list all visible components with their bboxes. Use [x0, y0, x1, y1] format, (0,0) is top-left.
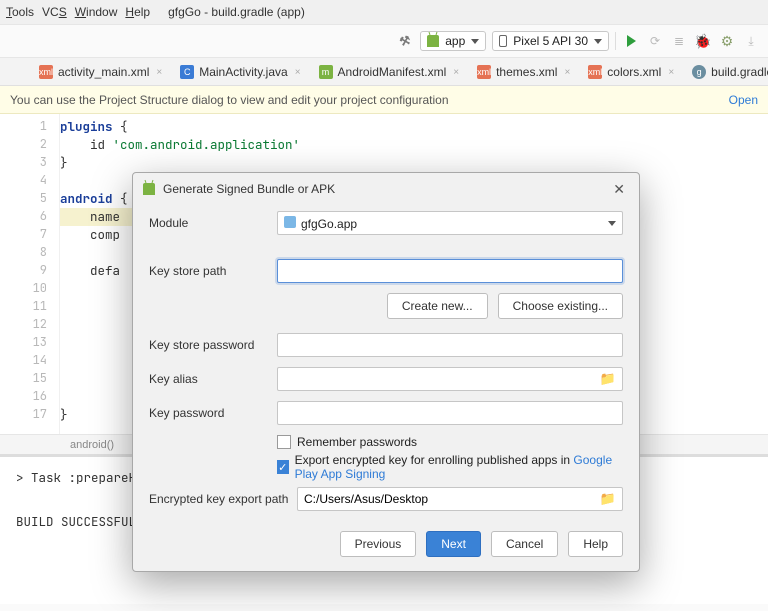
device-selector[interactable]: Pixel 5 API 30 [492, 31, 609, 51]
create-new-button[interactable]: Create new... [387, 293, 488, 319]
editor-tabs: xmlactivity_main.xml× CMainActivity.java… [0, 58, 768, 86]
folder-icon[interactable]: 📁 [600, 491, 616, 507]
chevron-down-icon [594, 39, 602, 44]
close-icon[interactable]: × [453, 67, 459, 78]
tab-build-gradle-root[interactable]: gbuild.gradle (:gfgGo)× [683, 59, 768, 85]
keystore-path-input[interactable] [277, 259, 623, 283]
android-icon [427, 35, 439, 47]
gear-icon[interactable]: ⚙ [718, 32, 736, 50]
cancel-button[interactable]: Cancel [491, 531, 558, 557]
export-key-checkbox[interactable]: ✓ [277, 460, 289, 474]
menu-help[interactable]: HelpHelp [125, 5, 150, 19]
next-button[interactable]: Next [426, 531, 481, 557]
phone-icon [499, 35, 507, 47]
remember-passwords-checkbox[interactable] [277, 435, 291, 449]
menu-bar: TToolsools VCSVCS WindowWindow HelpHelp … [0, 0, 768, 24]
tab-activity-main[interactable]: xmlactivity_main.xml× [30, 59, 171, 85]
tab-colors[interactable]: xmlcolors.xml× [579, 59, 683, 85]
toolbar: ⚒ app Pixel 5 API 30 ⟳ ≣ 🐞 ⚙ ⤓ [0, 24, 768, 58]
close-icon[interactable]: × [295, 67, 301, 78]
keystore-password-input[interactable] [277, 333, 623, 357]
apply-changes-icon[interactable]: ⟳ [646, 32, 664, 50]
key-password-input[interactable] [277, 401, 623, 425]
generate-signed-dialog: Generate Signed Bundle or APK ✕ Module g… [132, 172, 640, 572]
export-path-input[interactable]: 📁 [297, 487, 623, 511]
bug-icon[interactable]: 🐞 [694, 32, 712, 50]
build-icon[interactable]: ⚒ [394, 30, 416, 52]
menu-vcs[interactable]: VCSVCS [42, 5, 67, 19]
close-icon[interactable]: × [564, 67, 570, 78]
close-icon[interactable]: × [156, 67, 162, 78]
previous-button[interactable]: Previous [340, 531, 417, 557]
choose-existing-button[interactable]: Choose existing... [498, 293, 623, 319]
close-icon[interactable]: ✕ [609, 179, 629, 200]
run-config-selector[interactable]: app [420, 31, 486, 51]
run-button[interactable] [622, 32, 640, 50]
export-path-label: Encrypted key export path [149, 492, 297, 506]
dialog-title-bar[interactable]: Generate Signed Bundle or APK ✕ [133, 173, 639, 205]
module-selector[interactable]: gfgGo.app [277, 211, 623, 235]
device-label: Pixel 5 API 30 [513, 34, 588, 48]
keystore-path-label: Key store path [149, 264, 277, 278]
help-button[interactable]: Help [568, 531, 623, 557]
key-password-label: Key password [149, 406, 277, 420]
module-label: Module [149, 216, 277, 230]
open-project-structure-link[interactable]: Open [729, 93, 758, 107]
menu-tools[interactable]: TToolsools [6, 5, 34, 19]
sync-icon[interactable]: ⤓ [742, 32, 760, 50]
tab-manifest[interactable]: mAndroidManifest.xml× [310, 59, 469, 85]
window-title: gfgGo - build.gradle (app) [168, 5, 305, 19]
menu-window[interactable]: WindowWindow [75, 5, 118, 19]
key-alias-input[interactable]: 📁 [277, 367, 623, 391]
android-icon [143, 183, 155, 195]
gutter: 1234 5678 9101112 13141516 17 [0, 114, 60, 434]
run-config-label: app [445, 34, 465, 48]
key-alias-label: Key alias [149, 372, 277, 386]
remember-passwords-label: Remember passwords [297, 435, 417, 449]
play-icon [627, 35, 636, 47]
info-bar: You can use the Project Structure dialog… [0, 86, 768, 114]
info-text: You can use the Project Structure dialog… [10, 93, 449, 107]
chevron-down-icon [471, 39, 479, 44]
dialog-title: Generate Signed Bundle or APK [163, 182, 335, 196]
debug-icon[interactable]: ≣ [670, 32, 688, 50]
tab-themes[interactable]: xmlthemes.xml× [468, 59, 579, 85]
export-key-label: Export encrypted key for enrolling publi… [295, 453, 623, 481]
keystore-password-label: Key store password [149, 338, 277, 352]
folder-icon[interactable]: 📁 [600, 371, 616, 387]
close-icon[interactable]: × [668, 67, 674, 78]
tab-mainactivity[interactable]: CMainActivity.java× [171, 59, 309, 85]
module-icon [284, 216, 296, 228]
chevron-down-icon [608, 221, 616, 226]
